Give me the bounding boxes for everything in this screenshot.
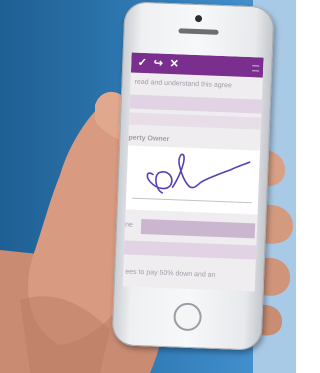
home-button[interactable] [173, 302, 203, 332]
photo-scene: ✓ ↪ ✕ read and understand this agree per… [0, 0, 309, 373]
document-band [129, 94, 262, 114]
phone-screen: ✓ ↪ ✕ read and understand this agree per… [122, 52, 264, 292]
front-camera [194, 14, 203, 23]
signature-pad[interactable] [125, 145, 261, 215]
finger-2 [264, 204, 293, 244]
document-footer-line: ees to pay 50% down and an [125, 268, 216, 279]
document-band [123, 240, 257, 260]
earpiece-speaker [178, 28, 219, 35]
finger-4 [262, 304, 283, 336]
document-view: read and understand this agree perty Own… [123, 73, 263, 292]
document-band [128, 112, 262, 130]
field-label: ne [124, 221, 133, 229]
finger-3 [264, 257, 291, 296]
check-icon[interactable]: ✓ [134, 53, 151, 74]
close-icon[interactable]: ✕ [166, 54, 183, 75]
form-field-row: ne [125, 218, 258, 239]
menu-icon[interactable] [252, 65, 260, 72]
document-text-line: read and understand this agree [134, 78, 232, 90]
form-input[interactable] [140, 219, 256, 239]
redo-icon[interactable]: ↪ [150, 53, 167, 74]
signature-label: perty Owner [128, 134, 170, 144]
signature-drawing [146, 153, 251, 194]
smartphone: ✓ ↪ ✕ read and understand this agree per… [111, 1, 275, 351]
